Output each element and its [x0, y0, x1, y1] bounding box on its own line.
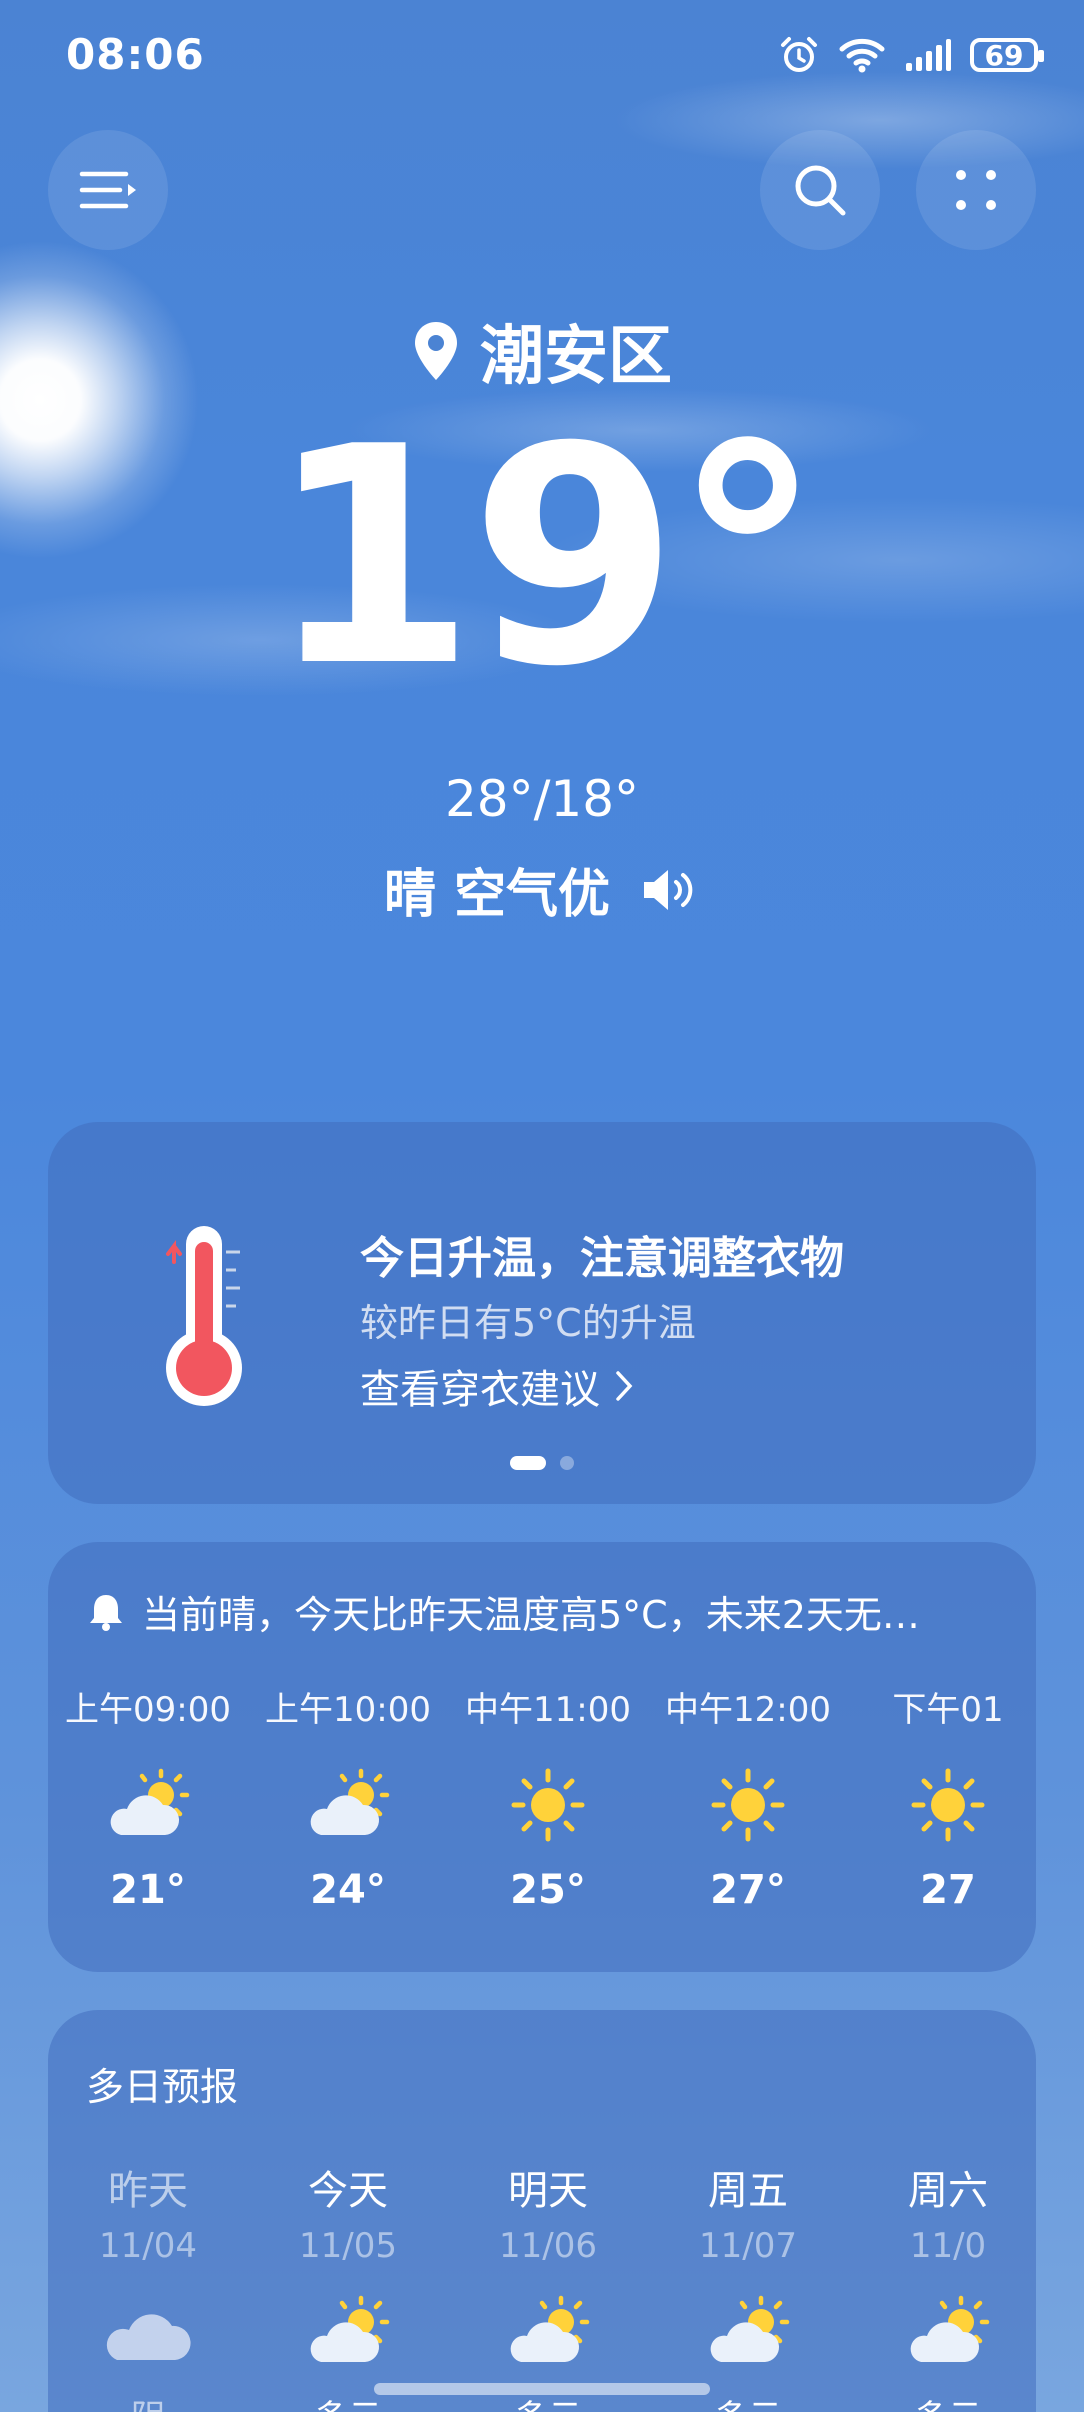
clothing-advice-link[interactable]: 查看穿衣建议 — [360, 1357, 634, 1415]
hour-label: 上午09:00 — [65, 1690, 231, 1730]
tip-title: 今日升温，注意调整衣物 — [360, 1233, 844, 1284]
chevron-right-icon — [616, 1371, 633, 1401]
hour-temp: 25° — [510, 1867, 586, 1913]
page-dot-active — [510, 1456, 546, 1470]
daily-list[interactable]: 昨天 11/04 阴 今天 11/05 多云 明天 11/06 多云 周五 11… — [48, 2158, 1036, 2412]
tip-subtitle: 较昨日有5°C的升温 — [360, 1301, 696, 1345]
thermometer-icon — [166, 1226, 242, 1406]
alarm-icon — [781, 37, 817, 72]
page-dot — [560, 1456, 574, 1470]
home-indicator[interactable] — [374, 2383, 710, 2395]
hour-temp: 24° — [310, 1867, 386, 1913]
hour-label: 上午10:00 — [265, 1690, 431, 1730]
daily-forecast-card[interactable]: 多日预报 昨天 11/04 阴 今天 11/05 多云 明天 11/06 多云 — [48, 2010, 1036, 2412]
hour-label: 中午12:00 — [665, 1690, 831, 1730]
day-label: 明天 — [508, 2168, 588, 2214]
partly-cloudy-icon — [503, 2292, 593, 2372]
partly-cloudy-icon — [103, 1765, 193, 1845]
cloudy-icon — [106, 2314, 191, 2360]
day-date: 11/07 — [699, 2226, 797, 2266]
clothing-advice-label: 查看穿衣建议 — [360, 1367, 600, 1413]
menu-icon — [79, 171, 136, 209]
sunny-icon — [703, 1765, 793, 1845]
daily-item[interactable]: 周六 11/0 多云 — [848, 2158, 1036, 2412]
day-condition: 阴 — [48, 2390, 248, 2412]
high-low-temperature: 28°/18° — [444, 770, 640, 828]
day-date: 11/05 — [299, 2226, 397, 2266]
sunny-icon — [503, 1765, 593, 1845]
daily-item[interactable]: 周五 11/07 多云 — [648, 2158, 848, 2412]
status-icons: 69 — [778, 30, 1044, 80]
day-label: 周六 — [908, 2168, 988, 2214]
current-temperature: 19° — [267, 383, 822, 732]
hour-label: 中午11:00 — [465, 1690, 631, 1730]
day-label: 今天 — [308, 2168, 388, 2214]
page-dots — [48, 1456, 1036, 1470]
status-bar: 08:06 69 — [0, 0, 1084, 110]
day-label: 昨天 — [108, 2168, 188, 2214]
wifi-icon — [839, 38, 885, 73]
condition-text: 晴 空气优 — [383, 865, 611, 925]
condition-row: 晴 空气优 — [0, 852, 1084, 927]
sunny-icon — [903, 1765, 993, 1845]
daily-item[interactable]: 今天 11/05 多云 — [248, 2158, 448, 2412]
hourly-item: 中午12:00 27° — [648, 1682, 848, 1913]
hour-temp: 27 — [920, 1867, 976, 1913]
partly-cloudy-icon — [703, 2292, 793, 2372]
grid-dots-icon — [956, 170, 996, 210]
hourly-item: 中午11:00 25° — [448, 1682, 648, 1913]
day-date: 11/0 — [909, 2226, 987, 2266]
menu-button[interactable] — [48, 130, 168, 250]
battery-indicator: 69 — [970, 38, 1044, 72]
hourly-list[interactable]: 上午09:00 21° 上午10:00 24° 中午11:00 25° 中午12… — [48, 1682, 1036, 1942]
daily-item[interactable]: 明天 11/06 多云 — [448, 2158, 648, 2412]
partly-cloudy-icon — [903, 2292, 993, 2372]
weather-alert[interactable]: 当前晴，今天比昨天温度高5°C，未来2天无… — [88, 1584, 920, 1639]
hour-temp: 27° — [710, 1867, 786, 1913]
hourly-item: 下午01 27 — [848, 1682, 1036, 1913]
hour-temp: 21° — [110, 1867, 186, 1913]
weather-screen: 08:06 69 潮安区 19° 28°/18° 晴 空气优 今日升温，注意调整… — [0, 0, 1084, 2412]
day-date: 11/06 — [499, 2226, 597, 2266]
hour-label: 下午01 — [892, 1690, 1004, 1730]
location-pin-icon — [415, 322, 457, 380]
more-button[interactable] — [916, 130, 1036, 250]
daily-item[interactable]: 昨天 11/04 阴 — [48, 2158, 248, 2412]
day-condition: 多云 — [848, 2390, 1036, 2412]
battery-level: 69 — [984, 38, 1024, 72]
bell-icon — [90, 1594, 122, 1631]
day-date: 11/04 — [99, 2226, 197, 2266]
day-label: 周五 — [708, 2168, 788, 2214]
signal-icon — [906, 39, 951, 71]
partly-cloudy-icon — [303, 1765, 393, 1845]
speaker-icon[interactable] — [640, 866, 700, 914]
search-button[interactable] — [760, 130, 880, 250]
partly-cloudy-icon — [303, 2292, 393, 2372]
search-icon — [795, 165, 846, 216]
clothing-tip-card[interactable]: 今日升温，注意调整衣物 较昨日有5°C的升温 查看穿衣建议 — [48, 1122, 1036, 1504]
status-time: 08:06 — [66, 30, 205, 79]
daily-forecast-title: 多日预报 — [86, 2065, 239, 2109]
hourly-forecast-card[interactable]: 当前晴，今天比昨天温度高5°C，未来2天无… 上午09:00 21° 上午10:… — [48, 1542, 1036, 1972]
hourly-item: 上午09:00 21° — [48, 1682, 248, 1913]
alert-text: 当前晴，今天比昨天温度高5°C，未来2天无… — [142, 1593, 920, 1637]
hourly-item: 上午10:00 24° — [248, 1682, 448, 1913]
